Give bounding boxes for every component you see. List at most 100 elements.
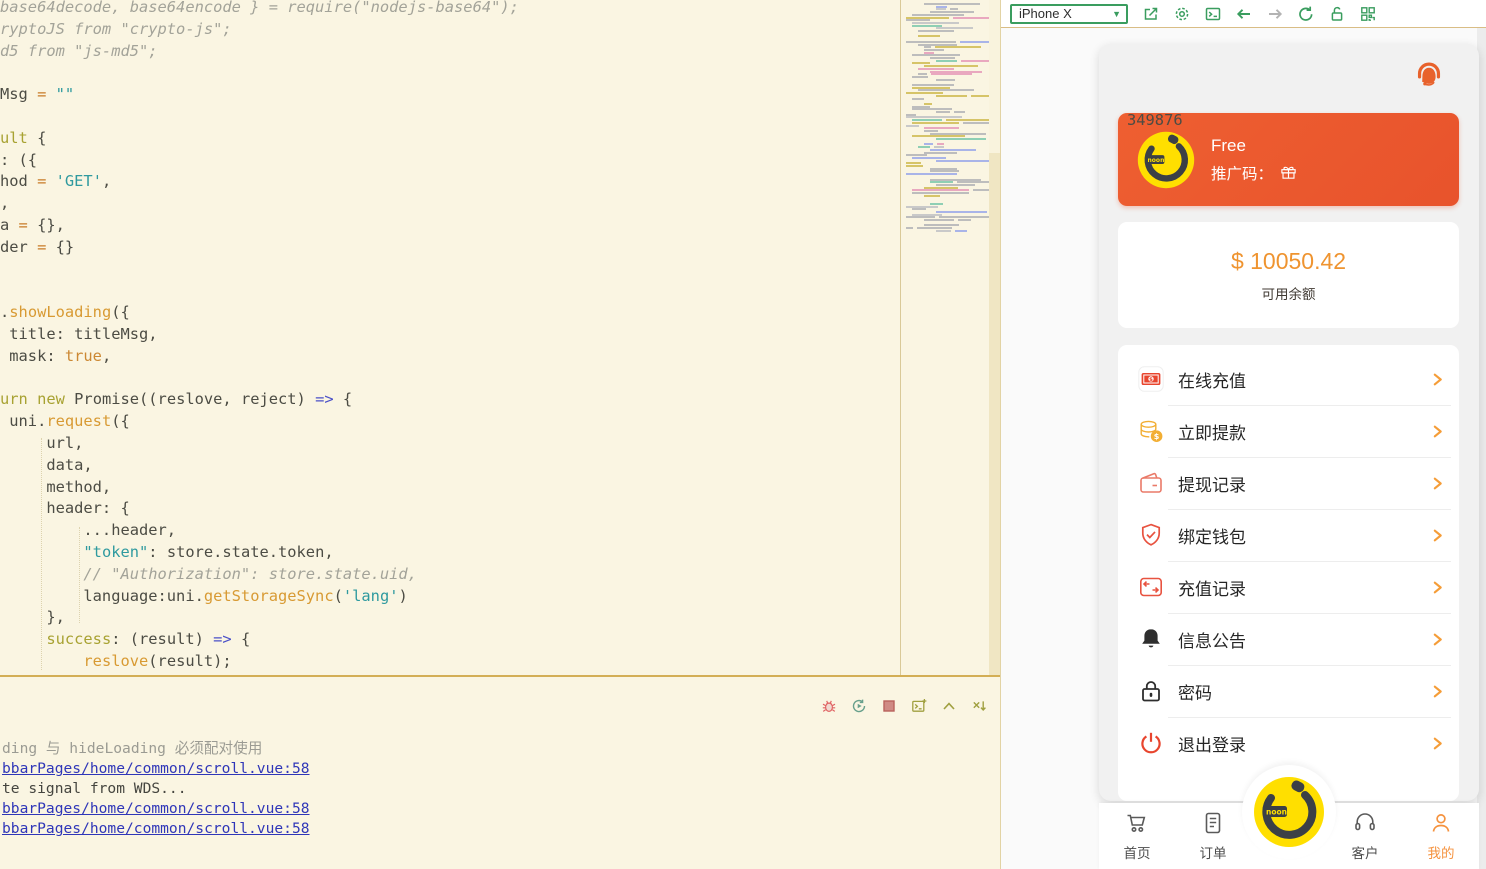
minimap[interactable]	[904, 3, 1030, 233]
code-editor-pane: base64decode, base64encode } = require("…	[0, 0, 1030, 869]
tab-label: 首页	[1123, 846, 1151, 861]
tab-label: 客户	[1351, 846, 1379, 861]
menu-item-announcements[interactable]: 信息公告	[1118, 613, 1459, 665]
settings-icon[interactable]	[1173, 5, 1191, 23]
console-log-line: te signal from WDS...	[2, 780, 187, 797]
chevron-right-icon	[1430, 736, 1445, 751]
menu-item-label: 在线充值	[1178, 371, 1246, 391]
qrcode-icon[interactable]	[1359, 5, 1377, 23]
menu-item-password[interactable]: 密码	[1118, 665, 1459, 717]
code-line: title: titleMsg,	[0, 324, 158, 343]
profile-card: noon Free 推广码： 349876	[1118, 111, 1459, 206]
tab-orders[interactable]: 订单	[1175, 803, 1251, 869]
code-line: header: {	[0, 499, 130, 518]
code-line: urn new Promise((reslove, reject) => {	[0, 390, 353, 409]
code-line: ryptoJS from "crypto-js";	[0, 19, 232, 38]
cart-icon	[1124, 810, 1150, 839]
restart-icon[interactable]	[851, 698, 867, 714]
menu-item-withdraw-records[interactable]: 提现记录	[1118, 457, 1459, 509]
stop-icon[interactable]	[881, 698, 897, 714]
code-line: base64decode, base64encode } = require("…	[0, 0, 519, 16]
simulator-toolbar: iPhone X ▼	[1001, 0, 1486, 28]
menu-item-logout[interactable]: 退出登录	[1118, 717, 1459, 769]
code-area[interactable]: base64decode, base64encode } = require("…	[0, 0, 898, 676]
menu-item-label: 信息公告	[1178, 631, 1246, 651]
code-line: d5 from "js-md5";	[0, 41, 158, 60]
balance-card: $ 10050.42 可用余额	[1118, 222, 1459, 328]
close-panel-icon[interactable]	[971, 698, 987, 714]
debug-icon[interactable]	[821, 698, 837, 714]
tab-bar: noon 首页 订单 客户 我的	[1099, 765, 1479, 869]
code-line: // "Authorization": store.state.uid,	[0, 564, 417, 583]
code-line: ,	[0, 194, 10, 213]
code-line: },	[0, 608, 65, 627]
tab-home[interactable]: 首页	[1099, 803, 1175, 869]
console-log-link[interactable]: bbarPages/home/common/scroll.vue:58	[2, 759, 310, 779]
svg-text:$: $	[1154, 432, 1160, 441]
menu-item-label: 退出登录	[1178, 735, 1246, 755]
chevron-right-icon	[1430, 528, 1445, 543]
withdraw-icon: $	[1138, 418, 1164, 444]
tab-items: 首页 订单 客户 我的	[1099, 803, 1479, 869]
profile-info: Free 推广码： 349876	[1127, 111, 1297, 184]
unlock-icon[interactable]	[1328, 5, 1346, 23]
indent-guide	[41, 438, 42, 670]
device-selector-value: iPhone X	[1019, 6, 1072, 21]
minimap-divider	[900, 0, 901, 676]
code-line: der = {}	[0, 237, 75, 256]
code-line: ...header,	[0, 521, 177, 540]
screenshot-root: base64decode, base64encode } = require("…	[0, 0, 1486, 869]
menu-item-recharge-records[interactable]: 充值记录	[1118, 561, 1459, 613]
code-line: Msg = ""	[0, 85, 75, 104]
menu-card: $ 在线充值 $ 立即提款提现记录绑定钱包充值记录信息公告密码退出登录	[1118, 345, 1459, 801]
tab-label: 订单	[1199, 846, 1227, 861]
logout-icon	[1138, 730, 1164, 756]
code-line: success: (result) => {	[46, 630, 251, 649]
code-line: "token": store.state.token,	[83, 542, 334, 561]
console-icon[interactable]	[1204, 5, 1222, 23]
svg-text:$: $	[1149, 377, 1153, 383]
promo-row: 推广码： 349876	[1127, 111, 1297, 184]
tab-mine[interactable]: 我的	[1403, 803, 1479, 869]
console-splitter[interactable]	[0, 675, 1000, 677]
console-log-link[interactable]: bbarPages/home/common/scroll.vue:58	[2, 799, 310, 819]
recharge-icon: $	[1138, 366, 1164, 392]
editor-scrollbar[interactable]	[989, 0, 1000, 676]
menu-item-label: 绑定钱包	[1178, 527, 1246, 547]
code-line: a = {},	[0, 215, 65, 234]
simulator-toolbar-icons	[1142, 5, 1377, 23]
device-selector[interactable]: iPhone X ▼	[1010, 3, 1128, 24]
console-log-link[interactable]: bbarPages/home/common/scroll.vue:58	[2, 819, 310, 839]
refresh-icon[interactable]	[1297, 5, 1315, 23]
console-log-line: ding 与 hideLoading 必须配对使用	[2, 740, 263, 757]
resize-window-icon[interactable]	[1142, 5, 1160, 23]
code-line: url,	[0, 433, 84, 452]
menu-item-withdraw[interactable]: $ 立即提款	[1118, 405, 1459, 457]
forward-icon[interactable]	[1266, 5, 1284, 23]
editor-scrollbar-thumb[interactable]	[989, 0, 1000, 153]
chevron-right-icon	[1430, 580, 1445, 595]
customer-service-icon[interactable]	[1412, 57, 1446, 96]
code-line: .showLoading({	[0, 303, 130, 322]
chevron-right-icon	[1430, 424, 1445, 439]
code-line: language:uni.getStorageSync('lang')	[0, 586, 408, 605]
new-terminal-icon[interactable]	[911, 698, 927, 714]
back-icon[interactable]	[1235, 5, 1253, 23]
phone-preview: noon Free 推广码： 349876 $ 10050.42 可用余额 $ 在	[1099, 44, 1479, 869]
indent-guide	[79, 527, 80, 623]
chevron-right-icon	[1430, 632, 1445, 647]
recharge-record-icon	[1138, 574, 1164, 600]
code-line: : ({	[0, 150, 38, 169]
tab-service[interactable]: 客户	[1327, 803, 1403, 869]
menu-item-online-recharge[interactable]: $ 在线充值	[1118, 353, 1459, 405]
menu-item-bind-wallet[interactable]: 绑定钱包	[1118, 509, 1459, 561]
code-line: hod = 'GET',	[0, 172, 112, 191]
menu-item-label: 提现记录	[1178, 475, 1246, 495]
code-line: reslove(result);	[83, 651, 232, 670]
collapse-panel-icon[interactable]	[941, 698, 957, 714]
menu-item-label: 充值记录	[1178, 579, 1246, 599]
tab-label: 我的	[1427, 846, 1455, 861]
code-line: uni.request({	[0, 412, 130, 431]
